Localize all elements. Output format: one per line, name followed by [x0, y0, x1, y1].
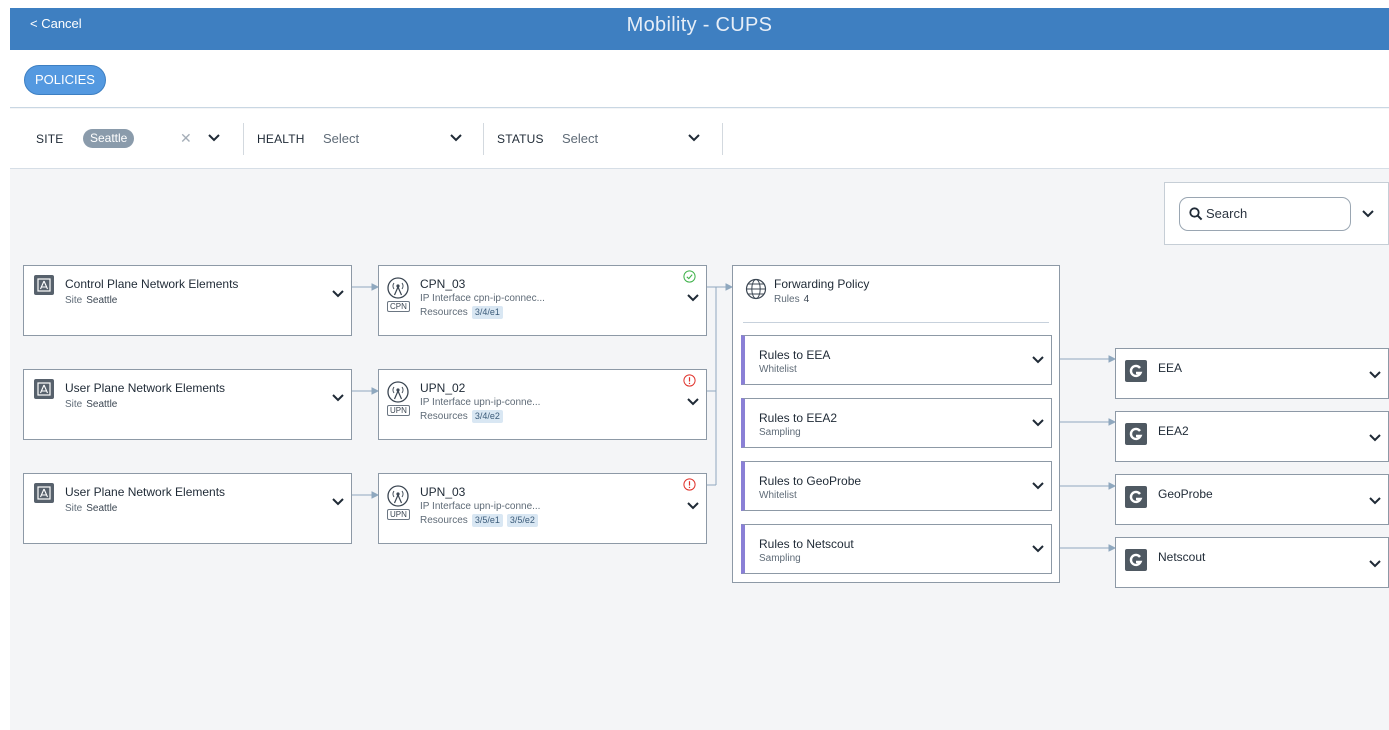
node-type-badge: UPN	[387, 405, 410, 416]
rule-card-eea2[interactable]: Rules to EEA2 Sampling	[741, 398, 1052, 448]
network-element-title: User Plane Network Elements	[65, 485, 226, 499]
expand-chevron-icon[interactable]	[1368, 496, 1382, 506]
divider	[743, 322, 1049, 323]
expand-chevron-icon[interactable]	[1031, 355, 1045, 365]
globe-icon	[745, 278, 767, 300]
antenna-icon	[387, 485, 409, 507]
alert-circle-icon	[683, 374, 696, 387]
target-name: Netscout	[1158, 550, 1206, 564]
rule-card-netscout[interactable]: Rules to Netscout Sampling	[741, 524, 1052, 574]
probe-logo-icon	[1125, 549, 1147, 571]
network-element-title: User Plane Network Elements	[65, 381, 226, 395]
rule-card-geoprobe[interactable]: Rules to GeoProbe Whitelist	[741, 461, 1052, 511]
expand-chevron-icon[interactable]	[1368, 559, 1382, 569]
expand-chevron-icon[interactable]	[1031, 418, 1045, 428]
expand-chevron-icon[interactable]	[331, 393, 345, 403]
alert-circle-icon	[683, 478, 696, 491]
resource-tag: 3/4/e2	[471, 410, 503, 423]
target-card-netscout[interactable]: Netscout	[1115, 537, 1389, 588]
node-name: UPN_02	[420, 381, 466, 395]
expand-chevron-icon[interactable]	[1368, 433, 1382, 443]
building-icon	[34, 275, 54, 295]
expand-chevron-icon[interactable]	[686, 293, 700, 303]
network-element-card[interactable]: Control Plane Network Elements Site Seatt…	[23, 265, 352, 336]
rule-type: Whitelist	[759, 490, 797, 501]
expand-chevron-icon[interactable]	[686, 397, 700, 407]
expand-chevron-icon[interactable]	[331, 289, 345, 299]
probe-logo-icon	[1125, 360, 1147, 382]
antenna-icon	[387, 277, 409, 299]
rule-name: Rules to GeoProbe	[759, 474, 862, 488]
network-element-title: Control Plane Network Elements	[65, 277, 239, 291]
probe-logo-icon	[1125, 486, 1147, 508]
target-name: EEA	[1158, 361, 1183, 375]
node-card-cpn-03[interactable]: CPN CPN_03 IP Interface cpn-ip-connec...…	[378, 265, 707, 336]
target-card-geoprobe[interactable]: GeoProbe	[1115, 474, 1389, 525]
app-window: < Cancel Mobility - CUPS POLICIES SITE S…	[10, 8, 1389, 730]
node-resources: Resources 3/4/e2	[420, 410, 503, 423]
network-element-card[interactable]: User Plane Network Elements Site Seattle	[23, 369, 352, 440]
expand-chevron-icon[interactable]	[686, 501, 700, 511]
building-icon	[34, 379, 54, 399]
expand-chevron-icon[interactable]	[1031, 544, 1045, 554]
rule-name: Rules to Netscout	[759, 537, 854, 551]
node-interface: IP Interface cpn-ip-connec...	[420, 293, 545, 304]
check-circle-icon	[683, 270, 696, 283]
probe-logo-icon	[1125, 423, 1147, 445]
target-card-eea2[interactable]: EEA2	[1115, 411, 1389, 462]
node-card-upn-02[interactable]: UPN UPN_02 IP Interface upn-ip-conne... …	[378, 369, 707, 440]
target-card-eea[interactable]: EEA	[1115, 348, 1389, 399]
rule-name: Rules to EEA2	[759, 411, 838, 425]
resource-tag: 3/5/e2	[506, 514, 538, 527]
node-name: CPN_03	[420, 277, 466, 291]
network-element-site: Site Seattle	[65, 295, 118, 306]
target-name: EEA2	[1158, 424, 1189, 438]
antenna-icon	[387, 381, 409, 403]
rule-name: Rules to EEA	[759, 348, 831, 362]
expand-chevron-icon[interactable]	[331, 497, 345, 507]
network-element-card[interactable]: User Plane Network Elements Site Seattle	[23, 473, 352, 544]
rule-type: Sampling	[759, 553, 801, 564]
node-interface: IP Interface upn-ip-conne...	[420, 397, 541, 408]
node-card-upn-03[interactable]: UPN UPN_03 IP Interface upn-ip-conne... …	[378, 473, 707, 544]
node-type-badge: CPN	[387, 301, 410, 312]
forwarding-policy-rules-count: Rules 4	[774, 294, 810, 305]
node-type-badge: UPN	[387, 509, 410, 520]
forwarding-policy-title: Forwarding Policy	[774, 277, 870, 291]
node-name: UPN_03	[420, 485, 466, 499]
network-element-site: Site Seattle	[65, 503, 118, 514]
target-name: GeoProbe	[1158, 487, 1213, 501]
expand-chevron-icon[interactable]	[1368, 370, 1382, 380]
node-resources: Resources 3/5/e1 3/5/e2	[420, 514, 538, 527]
rule-type: Whitelist	[759, 364, 797, 375]
building-icon	[34, 483, 54, 503]
resource-tag: 3/4/e1	[471, 306, 503, 319]
network-element-site: Site Seattle	[65, 399, 118, 410]
expand-chevron-icon[interactable]	[1031, 481, 1045, 491]
resource-tag: 3/5/e1	[471, 514, 503, 527]
node-interface: IP Interface upn-ip-conne...	[420, 501, 541, 512]
rule-type: Sampling	[759, 427, 801, 438]
rule-card-eea[interactable]: Rules to EEA Whitelist	[741, 335, 1052, 385]
node-resources: Resources 3/4/e1	[420, 306, 503, 319]
forwarding-policy-card: Forwarding Policy Rules 4 Rules to EEA Wh…	[732, 265, 1060, 583]
